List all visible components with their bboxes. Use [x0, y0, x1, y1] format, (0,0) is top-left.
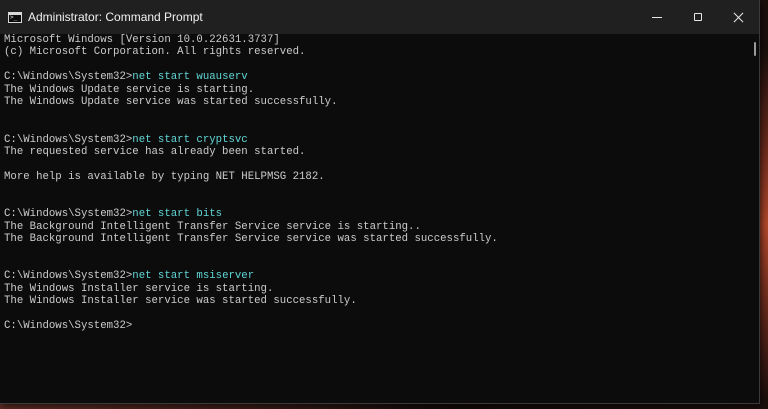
console-text: The Windows Installer service is startin… [4, 282, 274, 295]
console-line: C:\Windows\System32>net start wuauserv [4, 71, 745, 83]
console-text: The Windows Update service is starting. [4, 83, 255, 96]
console-line: C:\Windows\System32>net start bits [4, 208, 745, 220]
console-text: The Background Intelligent Transfer Serv… [4, 233, 498, 245]
console-prompt: C:\Windows\System32> [4, 208, 133, 221]
scrollbar-thumb[interactable] [754, 42, 756, 56]
console-command: net start bits [132, 208, 223, 221]
maximize-icon [693, 13, 702, 21]
console-text: The Background Intelligent Transfer Serv… [4, 220, 421, 233]
console-line: The Windows Installer service was starte… [4, 295, 745, 307]
console-line: The requested service has already been s… [4, 146, 745, 158]
console-line: The Background Intelligent Transfer Serv… [4, 233, 745, 245]
console-text: More help is available by typing NET HEL… [4, 170, 325, 183]
console-prompt: C:\Windows\System32> [4, 71, 133, 84]
title-bar[interactable]: Administrator: Command Prompt [0, 0, 759, 34]
console-output[interactable]: Microsoft Windows [Version 10.0.22631.37… [0, 34, 745, 403]
console-line: The Windows Update service is starting. [4, 84, 745, 96]
console-prompt: C:\Windows\System32> [4, 270, 133, 283]
caption-buttons [636, 0, 759, 34]
vertical-scrollbar[interactable] [745, 34, 759, 403]
command-prompt-window[interactable]: Administrator: Command Prompt Microsoft … [0, 0, 760, 404]
console-line: C:\Windows\System32>net start cryptsvc [4, 134, 745, 146]
minimize-icon [651, 16, 662, 18]
console-line: C:\Windows\System32>net start msiserver [4, 270, 745, 282]
console-command: net start wuauserv [132, 71, 248, 84]
console-line: C:\Windows\System32> [4, 320, 745, 332]
console-text: The requested service has already been s… [4, 145, 306, 158]
console-text: (c) Microsoft Corporation. All rights re… [4, 46, 306, 59]
window-title: Administrator: Command Prompt [28, 10, 203, 24]
console-command: net start msiserver [132, 270, 255, 283]
console-text: The Windows Update service was started s… [4, 96, 338, 109]
console-prompt: C:\Windows\System32> [4, 320, 133, 333]
console-text: The Windows Installer service was starte… [4, 295, 357, 308]
console-line: (c) Microsoft Corporation. All rights re… [4, 46, 745, 58]
console-line: The Windows Installer service is startin… [4, 283, 745, 295]
console-command: net start cryptsvc [132, 133, 248, 146]
console-prompt: C:\Windows\System32> [4, 133, 133, 146]
console-line: Microsoft Windows [Version 10.0.22631.37… [4, 34, 745, 46]
command-prompt-icon[interactable] [8, 11, 22, 23]
minimize-button[interactable] [636, 0, 677, 34]
close-button[interactable] [718, 0, 759, 34]
close-icon [733, 12, 744, 23]
console-text: Microsoft Windows [Version 10.0.22631.37… [4, 34, 280, 46]
console-line: The Background Intelligent Transfer Serv… [4, 221, 745, 233]
console-line: More help is available by typing NET HEL… [4, 171, 745, 183]
maximize-button[interactable] [677, 0, 718, 34]
console-line: The Windows Update service was started s… [4, 96, 745, 108]
